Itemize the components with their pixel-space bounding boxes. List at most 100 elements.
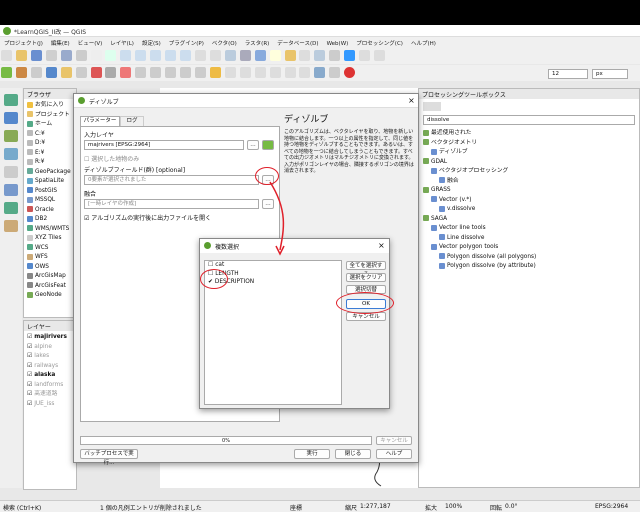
clear-selection-button[interactable]: 選択をクリア xyxy=(346,273,386,282)
browser-item[interactable]: ArcGisMap xyxy=(27,272,76,282)
edit-pencil-icon[interactable] xyxy=(60,67,72,78)
browser-item[interactable]: WMS/WMTS xyxy=(27,225,76,235)
processing-search-input[interactable]: dissolve xyxy=(423,115,635,125)
add-delimited-icon[interactable] xyxy=(30,67,42,78)
open-output-checkbox[interactable]: ☑ アルゴリズムの実行後に出力ファイルを開く xyxy=(84,213,211,222)
crs-button[interactable]: EPSG:2964 xyxy=(595,503,628,510)
layer-item[interactable]: ☑ landforms xyxy=(27,381,76,391)
pan-to-selection-icon[interactable] xyxy=(105,50,117,61)
processing-item[interactable]: Vector polygon tools xyxy=(423,243,536,253)
input-browse-button[interactable]: … xyxy=(247,140,259,150)
add-spatialite-layer-icon[interactable] xyxy=(4,166,18,178)
new-map-view-icon[interactable] xyxy=(224,50,236,61)
browser-item[interactable]: SpatiaLite xyxy=(27,177,76,187)
layer-checkbox[interactable]: ☑ xyxy=(27,363,32,369)
layout-manager-icon[interactable] xyxy=(75,50,87,61)
browser-item[interactable]: OWS xyxy=(27,263,76,273)
close-button[interactable]: 閉じる xyxy=(335,449,371,459)
python-icon[interactable] xyxy=(329,67,341,78)
layer-item[interactable]: ☑ 高速道路 xyxy=(27,390,76,400)
bookmark-icon[interactable] xyxy=(239,50,251,61)
add-postgis-icon[interactable] xyxy=(4,148,18,160)
refresh-icon[interactable] xyxy=(254,50,266,61)
run-button[interactable]: 実行 xyxy=(294,449,330,459)
processing-item[interactable]: GRASS xyxy=(423,186,536,196)
label-show-icon[interactable] xyxy=(239,67,251,78)
layer-checkbox[interactable]: ☑ xyxy=(27,372,32,378)
browser-item[interactable]: PostGIS xyxy=(27,187,76,197)
processing-item[interactable]: 融合 xyxy=(423,177,536,187)
field-list-item[interactable]: ☐ cat xyxy=(205,261,341,270)
rotation-value[interactable]: 0.0° xyxy=(505,503,518,510)
magnet-snapping-icon[interactable] xyxy=(344,67,356,78)
processing-item[interactable]: ディゾルブ xyxy=(423,148,536,158)
browser-item[interactable]: GeoPackage xyxy=(27,168,76,178)
close-icon[interactable]: × xyxy=(408,96,415,105)
processing-item[interactable]: Line dissolve xyxy=(423,234,536,244)
zoom-last-icon[interactable] xyxy=(194,50,206,61)
processing-item[interactable]: ベクタジオプロセッシング xyxy=(423,167,536,177)
paste-icon[interactable] xyxy=(165,67,177,78)
layer-checkbox[interactable]: ☑ xyxy=(27,334,32,340)
layer-checkbox[interactable]: ☑ xyxy=(27,353,32,359)
layer-checkbox[interactable]: ☑ xyxy=(27,391,32,397)
layer-checkbox[interactable]: ☑ xyxy=(27,382,32,388)
select-icon[interactable] xyxy=(284,50,296,61)
layer-item[interactable]: ☑ alaska xyxy=(27,371,76,381)
statistics-icon[interactable] xyxy=(329,50,341,61)
select-all-button[interactable]: 全てを選択する xyxy=(346,261,386,278)
browser-item[interactable]: GeoNode xyxy=(27,291,76,301)
save-edits-icon[interactable] xyxy=(75,67,87,78)
browser-item[interactable]: Oracle xyxy=(27,206,76,216)
browser-item[interactable]: E:¥ xyxy=(27,149,76,159)
add-mesh-layer-icon[interactable] xyxy=(4,130,18,142)
add-spatialite-icon[interactable] xyxy=(45,67,57,78)
cut-icon[interactable] xyxy=(135,67,147,78)
measure-icon[interactable] xyxy=(359,50,371,61)
selected-only-checkbox[interactable]: ☐ 選択した地物のみ xyxy=(84,154,139,163)
layer-checkbox[interactable]: ☑ xyxy=(27,344,32,350)
processing-item[interactable]: GDAL xyxy=(423,158,536,168)
add-wfs-icon[interactable] xyxy=(4,220,18,232)
toolbox-settings-icon[interactable] xyxy=(423,102,441,111)
browser-item[interactable]: MSSQL xyxy=(27,196,76,206)
attribute-table-icon[interactable] xyxy=(314,50,326,61)
browser-item[interactable]: WCS xyxy=(27,244,76,254)
zoom-layer-icon[interactable] xyxy=(165,50,177,61)
browser-item[interactable]: R:¥ xyxy=(27,158,76,168)
deselect-icon[interactable] xyxy=(299,50,311,61)
scale-value[interactable]: 1:277,187 xyxy=(360,503,391,510)
label-pin-icon[interactable] xyxy=(224,67,236,78)
layer-item[interactable]: ☑ railways xyxy=(27,362,76,372)
georeference-icon[interactable] xyxy=(314,67,326,78)
label-move-icon[interactable] xyxy=(254,67,266,78)
locator-search[interactable]: 検索 (Ctrl+K) xyxy=(3,503,41,512)
redo-icon[interactable] xyxy=(194,67,206,78)
magnifier-value[interactable]: 100% xyxy=(445,503,462,510)
browser-item[interactable]: プロジェクト xyxy=(27,111,76,121)
save-icon[interactable] xyxy=(30,50,42,61)
pan-icon[interactable] xyxy=(90,50,102,61)
field-checkbox[interactable]: ☐ xyxy=(208,262,213,268)
label-icon[interactable] xyxy=(209,67,221,78)
browser-item[interactable]: ArcGisFeat xyxy=(27,282,76,292)
cancel-progress-button[interactable]: キャンセル xyxy=(376,436,412,445)
add-vector-icon[interactable] xyxy=(1,67,12,78)
tab-parameters[interactable]: パラメーター xyxy=(80,116,120,126)
browser-item[interactable]: お気に入り xyxy=(27,101,76,111)
close-icon[interactable]: × xyxy=(378,241,385,250)
processing-item[interactable]: Polygon dissolve (all polygons) xyxy=(423,253,536,263)
batch-process-button[interactable]: バッチプロセスで実行... xyxy=(80,449,138,466)
new-project-icon[interactable] xyxy=(1,50,12,61)
add-feature-icon[interactable] xyxy=(90,67,102,78)
add-vector-layer-icon[interactable] xyxy=(4,94,18,106)
print-layout-icon[interactable] xyxy=(60,50,72,61)
label-change-icon[interactable] xyxy=(284,67,296,78)
processing-item[interactable]: Vector (v.*) xyxy=(423,196,536,206)
delete-feature-icon[interactable] xyxy=(120,67,132,78)
undo-icon[interactable] xyxy=(180,67,192,78)
browser-item[interactable]: XYZ Tiles xyxy=(27,234,76,244)
add-wms-icon[interactable] xyxy=(4,202,18,214)
processing-item[interactable]: Polygon dissolve (by attribute) xyxy=(423,262,536,272)
add-raster-layer-icon[interactable] xyxy=(4,112,18,124)
